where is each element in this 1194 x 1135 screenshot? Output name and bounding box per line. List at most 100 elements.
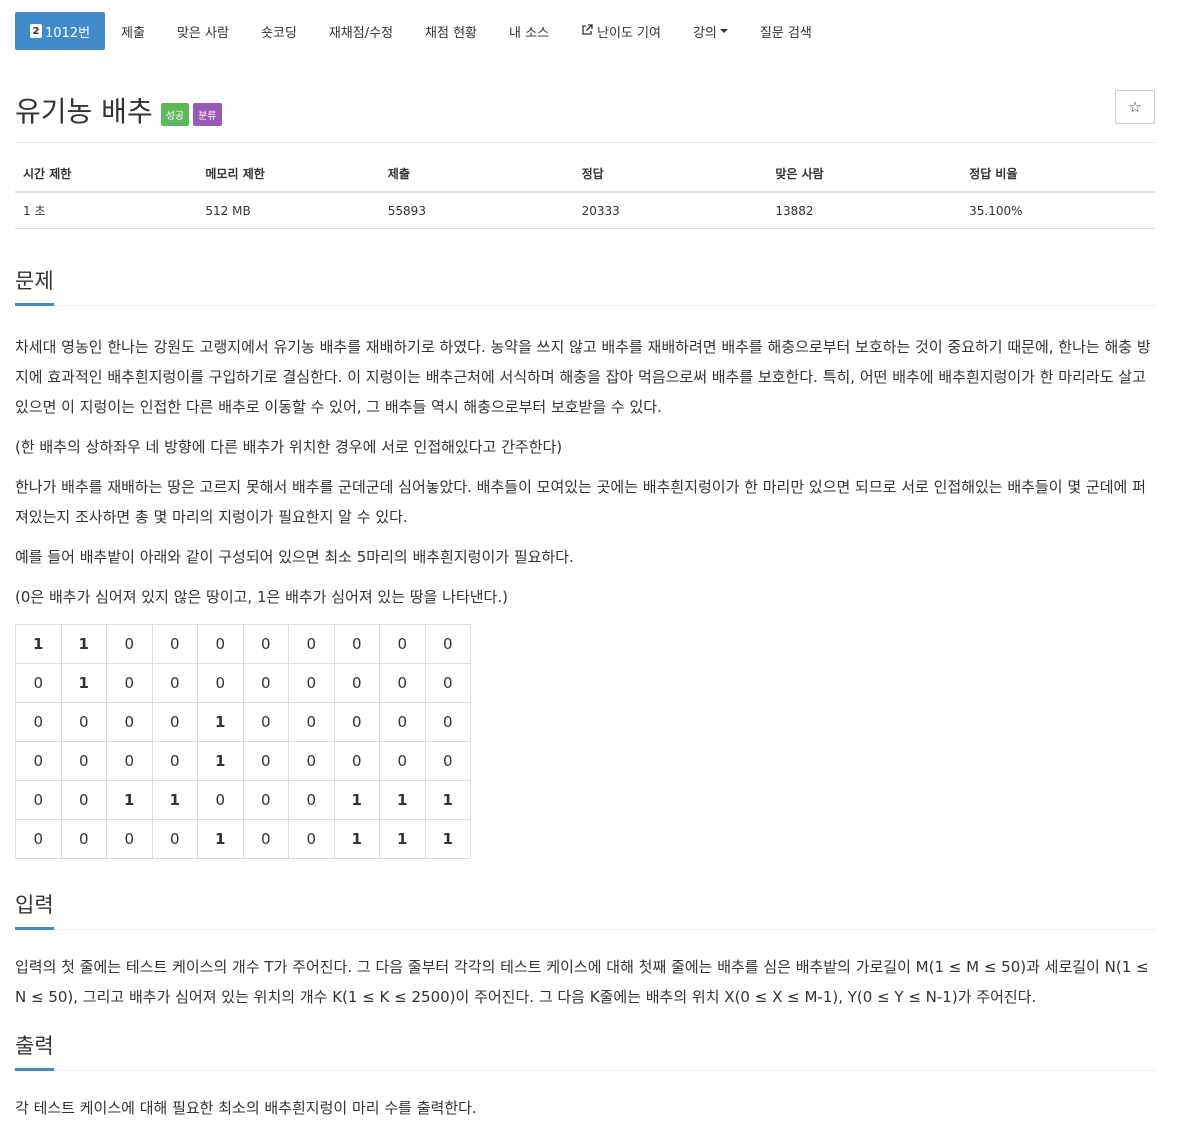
nav-problem-number[interactable]: 2 1012번	[15, 12, 106, 50]
nav-rejudge[interactable]: 재채점/수정	[313, 12, 409, 50]
section-divider	[15, 929, 1155, 930]
accept-ratio-cell: 35.100%	[961, 192, 1155, 229]
grid-cell: 1	[379, 819, 426, 859]
grid-cell: 0	[60, 819, 107, 859]
output-description: 각 테스트 케이스에 대해 필요한 최소의 배추흰지렁이 마리 수를 출력한다.	[15, 1099, 477, 1117]
success-label: 성공	[160, 102, 190, 126]
page: 2 1012번 제출 맞은 사람 숏코딩 재채점/수정 채점 현황 내 소스 난…	[0, 12, 1194, 1135]
grid-cell: 1	[197, 741, 244, 781]
grid-cell: 0	[60, 702, 107, 742]
nav-difficulty-contribute[interactable]: 난이도 기여	[565, 12, 677, 50]
grid-cell: 0	[242, 624, 289, 664]
grid-cell: 0	[424, 624, 471, 664]
grid-cell: 0	[15, 819, 62, 859]
problem-description: 예를 들어 배추밭이 아래와 같이 구성되어 있으면 최소 5마리의 배추흰지렁…	[15, 548, 574, 566]
nav-my-source[interactable]: 내 소스	[493, 12, 565, 50]
grid-cell: 0	[379, 663, 426, 703]
nav-question-search[interactable]: 질문 검색	[744, 12, 828, 50]
category-label[interactable]: 분류	[193, 102, 222, 126]
input-section-header: 입력	[15, 889, 1155, 930]
section-divider	[15, 1070, 1155, 1071]
caret-down-icon	[719, 29, 728, 33]
grid-cell: 1	[151, 780, 198, 820]
grid-row: 1100000000	[15, 624, 471, 664]
problem-title-row: 유기농 배추 성공 분류 ☆	[15, 90, 1155, 128]
grid-cell: 1	[197, 819, 244, 859]
grid-cell: 0	[151, 663, 198, 703]
input-description: 입력의 첫 줄에는 테스트 케이스의 개수 T가 주어진다. 그 다음 줄부터 …	[15, 958, 1149, 1006]
grid-cell: 0	[151, 819, 198, 859]
time-limit-cell: 1 초	[15, 192, 198, 229]
grid-cell: 1	[15, 624, 62, 664]
section-title: 출력	[15, 1030, 54, 1071]
problem-section-header: 문제	[15, 265, 1155, 306]
problem-description: (한 배추의 상하좌우 네 방향에 다른 배추가 위치한 경우에 서로 인접해있…	[15, 438, 563, 456]
grid-row: 0000100000	[15, 702, 471, 742]
nav-problem-number-label: 1012번	[45, 25, 91, 41]
problem-description: (0은 배추가 심어져 있지 않은 땅이고, 1은 배추가 심어져 있는 땅을 …	[15, 588, 508, 606]
grid-cell: 0	[424, 702, 471, 742]
grid-cell: 0	[424, 663, 471, 703]
cabbage-field-grid: 1100000000010000000000001000000000100000…	[15, 624, 471, 859]
grid-cell: 0	[333, 624, 380, 664]
problem-nav: 2 1012번 제출 맞은 사람 숏코딩 재채점/수정 채점 현황 내 소스 난…	[15, 12, 1155, 50]
grid-cell: 0	[379, 624, 426, 664]
grid-cell: 0	[151, 741, 198, 781]
grid-cell: 0	[60, 780, 107, 820]
grid-cell: 0	[288, 702, 335, 742]
submissions-cell: 55893	[379, 192, 574, 229]
grid-row: 0000100000	[15, 741, 471, 781]
grid-cell: 0	[242, 702, 289, 742]
grid-cell: 1	[424, 780, 471, 820]
grid-cell: 1	[60, 663, 107, 703]
grid-cell: 0	[288, 663, 335, 703]
grid-cell: 0	[197, 663, 244, 703]
grid-cell: 0	[151, 702, 198, 742]
table-header: 시간 제한	[15, 157, 198, 193]
level-badge-icon: 2	[30, 24, 42, 38]
grid-cell: 1	[424, 819, 471, 859]
problem-description: 한나가 배추를 재배하는 땅은 고르지 못해서 배추를 군데군데 심어놓았다. …	[15, 478, 1146, 526]
table-header: 메모리 제한	[197, 157, 380, 193]
grid-cell: 0	[333, 741, 380, 781]
grid-cell: 0	[197, 780, 244, 820]
grid-cell: 1	[60, 624, 107, 664]
grid-cell: 0	[15, 702, 62, 742]
memory-limit-cell: 512 MB	[197, 192, 380, 229]
nav-submit[interactable]: 제출	[105, 12, 161, 50]
nav-short-coding[interactable]: 숏코딩	[245, 12, 313, 50]
problem-info-table: 시간 제한 메모리 제한 제출 정답 맞은 사람 정답 비율 1 초 512 M…	[15, 157, 1155, 229]
grid-cell: 0	[106, 624, 153, 664]
grid-cell: 0	[106, 663, 153, 703]
grid-cell: 0	[288, 780, 335, 820]
grid-cell: 0	[151, 624, 198, 664]
output-section-header: 출력	[15, 1030, 1155, 1071]
grid-row: 0000100111	[15, 819, 471, 859]
section-divider	[15, 305, 1155, 306]
grid-cell: 0	[60, 741, 107, 781]
grid-cell: 0	[15, 663, 62, 703]
favorite-star-button[interactable]: ☆	[1115, 90, 1155, 124]
grid-cell: 0	[242, 663, 289, 703]
nav-status[interactable]: 채점 현황	[409, 12, 493, 50]
grid-cell: 0	[379, 741, 426, 781]
nav-solvers[interactable]: 맞은 사람	[161, 12, 245, 50]
grid-row: 0011000111	[15, 780, 471, 820]
divider	[15, 142, 1155, 143]
grid-cell: 0	[242, 741, 289, 781]
grid-cell: 0	[197, 624, 244, 664]
table-header: 정답 비율	[961, 157, 1155, 193]
grid-cell: 0	[379, 702, 426, 742]
grid-cell: 0	[424, 741, 471, 781]
table-header: 맞은 사람	[767, 157, 962, 193]
grid-cell: 0	[15, 780, 62, 820]
grid-cell: 1	[333, 780, 380, 820]
grid-cell: 0	[106, 741, 153, 781]
grid-cell: 0	[242, 819, 289, 859]
solvers-cell: 13882	[767, 192, 962, 229]
problem-title: 유기농 배추	[15, 95, 153, 128]
grid-cell: 1	[333, 819, 380, 859]
accepted-cell: 20333	[573, 192, 768, 229]
table-header: 제출	[379, 157, 574, 193]
nav-lecture-dropdown[interactable]: 강의	[677, 12, 744, 50]
